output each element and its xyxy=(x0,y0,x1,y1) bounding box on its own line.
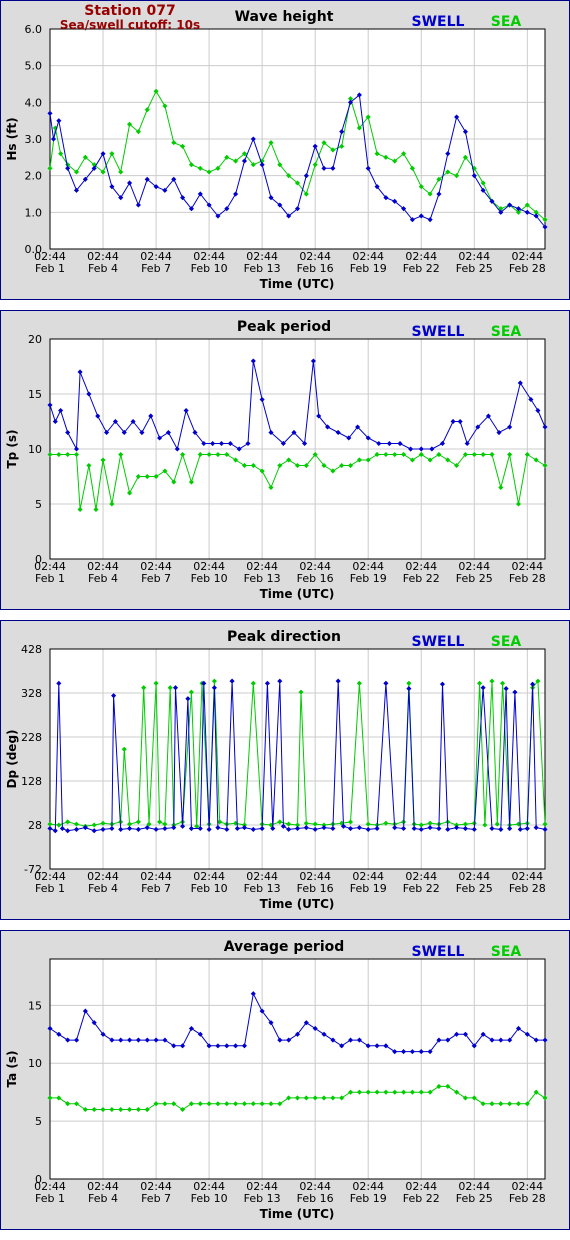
x-tick-date-label: Feb 4 xyxy=(88,572,118,585)
x-tick-date-label: Feb 10 xyxy=(191,882,228,895)
legend-swell: SWELL xyxy=(412,634,465,650)
x-tick-date-label: Feb 1 xyxy=(35,262,65,275)
y-tick-label: 2.0 xyxy=(25,170,43,183)
panel-peak-direction: -722812822832842802:44Feb 102:44Feb 402:… xyxy=(0,620,570,920)
x-tick-date-label: Feb 25 xyxy=(456,262,493,275)
y-tick-label: 28 xyxy=(28,819,42,832)
y-tick-label: 10 xyxy=(28,443,42,456)
plot-area xyxy=(50,959,545,1179)
y-axis-label: Dp (deg) xyxy=(5,729,19,788)
panel-average-period: 05101502:44Feb 102:44Feb 402:44Feb 702:4… xyxy=(0,930,570,1230)
legend-swell: SWELL xyxy=(412,944,465,960)
y-axis-label: Tp (s) xyxy=(5,429,19,468)
x-tick-date-label: Feb 19 xyxy=(350,882,387,895)
y-tick-label: 5.0 xyxy=(25,60,43,73)
x-tick-date-label: Feb 28 xyxy=(509,882,546,895)
x-tick-date-label: Feb 10 xyxy=(191,262,228,275)
x-tick-date-label: Feb 1 xyxy=(35,572,65,585)
x-tick-date-label: Feb 13 xyxy=(244,572,281,585)
x-axis-label: Time (UTC) xyxy=(260,587,335,601)
chart-title: Wave height xyxy=(235,9,334,25)
cutoff-label: Sea/swell cutoff: 10s xyxy=(60,18,200,32)
x-tick-date-label: Feb 28 xyxy=(509,1192,546,1205)
y-tick-label: 6.0 xyxy=(25,23,43,36)
x-tick-date-label: Feb 10 xyxy=(191,572,228,585)
y-tick-label: 5 xyxy=(35,1115,42,1128)
x-tick-date-label: Feb 28 xyxy=(509,262,546,275)
x-tick-date-label: Feb 25 xyxy=(456,572,493,585)
x-tick-date-label: Feb 22 xyxy=(403,882,440,895)
x-tick-date-label: Feb 16 xyxy=(297,572,334,585)
y-tick-label: 228 xyxy=(21,731,42,744)
x-tick-date-label: Feb 1 xyxy=(35,882,65,895)
legend-swell: SWELL xyxy=(412,14,465,30)
y-axis-label: Ta (s) xyxy=(5,1050,19,1087)
y-tick-label: 4.0 xyxy=(25,96,43,109)
legend-sea: SEA xyxy=(491,944,522,960)
chart-title: Peak direction xyxy=(227,629,341,645)
x-tick-date-label: Feb 22 xyxy=(403,262,440,275)
x-tick-date-label: Feb 28 xyxy=(509,572,546,585)
x-axis-label: Time (UTC) xyxy=(260,277,335,291)
y-tick-label: 1.0 xyxy=(25,206,43,219)
x-tick-date-label: Feb 4 xyxy=(88,1192,118,1205)
x-tick-date-label: Feb 16 xyxy=(297,1192,334,1205)
y-tick-label: 5 xyxy=(35,498,42,511)
chart-title: Average period xyxy=(224,939,345,955)
x-tick-date-label: Feb 4 xyxy=(88,882,118,895)
y-tick-label: 3.0 xyxy=(25,133,43,146)
x-tick-date-label: Feb 25 xyxy=(456,882,493,895)
legend-sea: SEA xyxy=(491,634,522,650)
x-axis-label: Time (UTC) xyxy=(260,1207,335,1221)
y-tick-label: 15 xyxy=(28,388,42,401)
x-tick-date-label: Feb 13 xyxy=(244,882,281,895)
x-tick-date-label: Feb 7 xyxy=(141,1192,171,1205)
x-tick-date-label: Feb 19 xyxy=(350,572,387,585)
y-tick-label: 10 xyxy=(28,1057,42,1070)
x-axis-label: Time (UTC) xyxy=(260,897,335,911)
station-title: Station 077 xyxy=(84,3,175,19)
x-tick-date-label: Feb 22 xyxy=(403,572,440,585)
x-tick-date-label: Feb 10 xyxy=(191,1192,228,1205)
wave-charts-canvas: 0.01.02.03.04.05.06.002:44Feb 102:44Feb … xyxy=(0,0,570,1230)
y-tick-label: 20 xyxy=(28,333,42,346)
chart-title: Peak period xyxy=(237,319,331,335)
x-tick-date-label: Feb 13 xyxy=(244,262,281,275)
x-tick-date-label: Feb 13 xyxy=(244,1192,281,1205)
panel-wave-height: 0.01.02.03.04.05.06.002:44Feb 102:44Feb … xyxy=(0,0,570,300)
y-axis-label: Hs (ft) xyxy=(5,117,19,160)
y-tick-label: 328 xyxy=(21,687,42,700)
x-tick-date-label: Feb 4 xyxy=(88,262,118,275)
x-tick-date-label: Feb 22 xyxy=(403,1192,440,1205)
legend-sea: SEA xyxy=(491,14,522,30)
x-tick-date-label: Feb 19 xyxy=(350,262,387,275)
legend-sea: SEA xyxy=(491,324,522,340)
panel-peak-period: 0510152002:44Feb 102:44Feb 402:44Feb 702… xyxy=(0,310,570,610)
x-tick-date-label: Feb 25 xyxy=(456,1192,493,1205)
x-tick-date-label: Feb 16 xyxy=(297,882,334,895)
y-tick-label: 15 xyxy=(28,999,42,1012)
y-tick-label: 128 xyxy=(21,775,42,788)
x-tick-date-label: Feb 7 xyxy=(141,882,171,895)
y-tick-label: 428 xyxy=(21,643,42,656)
x-tick-date-label: Feb 19 xyxy=(350,1192,387,1205)
legend-swell: SWELL xyxy=(412,324,465,340)
x-tick-date-label: Feb 7 xyxy=(141,262,171,275)
x-tick-date-label: Feb 16 xyxy=(297,262,334,275)
x-tick-date-label: Feb 7 xyxy=(141,572,171,585)
x-tick-date-label: Feb 1 xyxy=(35,1192,65,1205)
